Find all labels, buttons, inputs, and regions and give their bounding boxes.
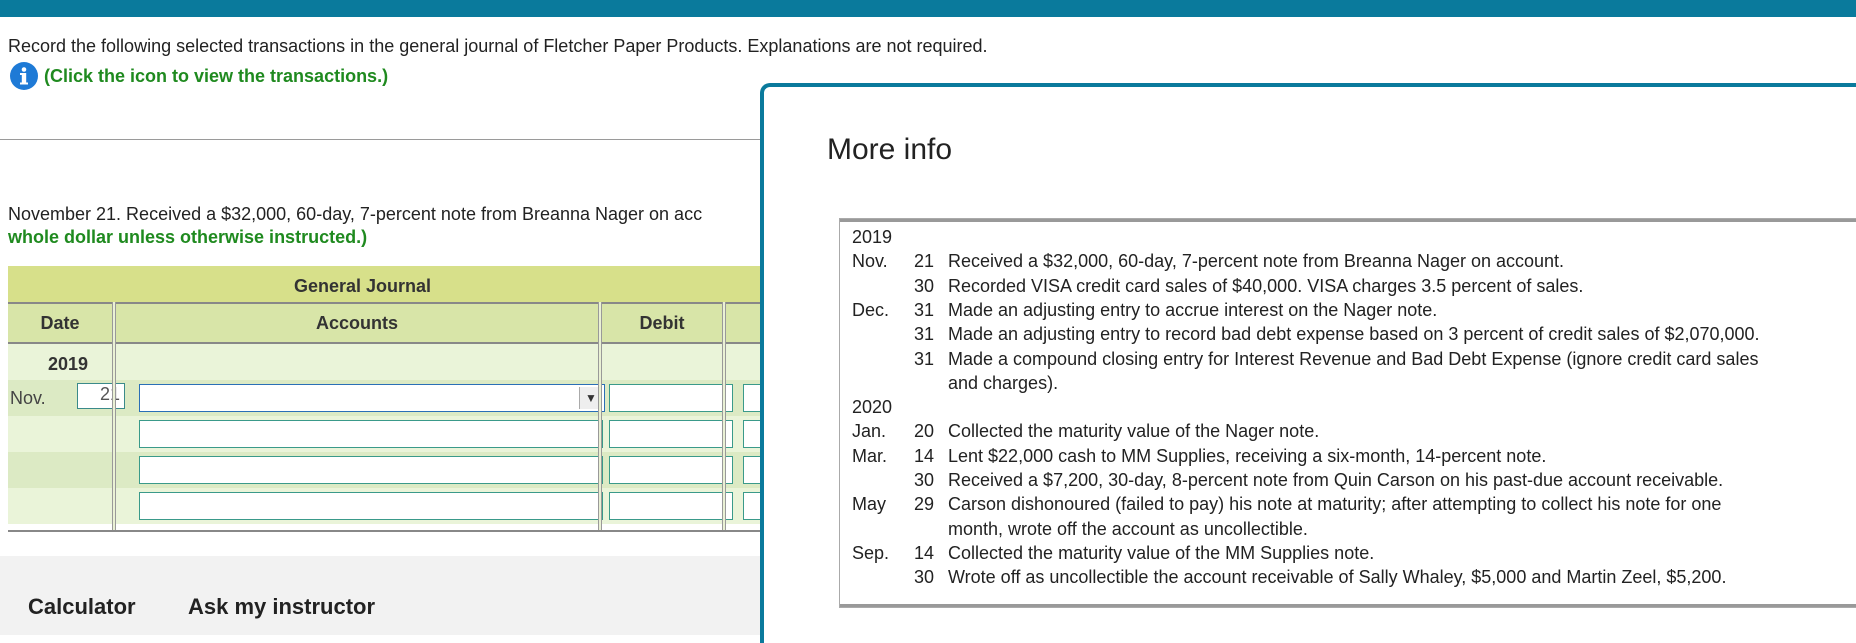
accounts-header-label: Accounts <box>315 312 398 333</box>
transaction-description: Made an adjusting entry to record bad de… <box>948 324 1760 345</box>
year-row: 2019 <box>8 344 760 380</box>
column-divider <box>722 302 726 532</box>
transaction-month: 2019 <box>852 227 893 247</box>
transaction-day: 30 <box>913 470 934 490</box>
journal-row <box>8 416 763 452</box>
dialog-title: More info <box>827 133 953 166</box>
transaction-description: Wrote off as uncollectible the account r… <box>948 567 1727 588</box>
transaction-description: Lent $22,000 cash to MM Supplies, receiv… <box>948 445 1547 466</box>
transaction-month: 2020 <box>852 397 893 418</box>
transaction-day: 14 <box>913 445 934 466</box>
journal-row <box>8 452 763 488</box>
transaction-day: 30 <box>913 275 934 296</box>
month-label: Nov. <box>10 388 46 408</box>
transaction-month: Sep. <box>852 542 890 563</box>
calculator-button[interactable]: Calculator <box>28 594 136 620</box>
transaction-day: 30 <box>913 567 934 588</box>
transaction-description: Recorded VISA credit card sales of $40,0… <box>948 275 1584 296</box>
transaction-month: May <box>852 494 887 515</box>
table-bottom-border <box>840 604 1856 607</box>
view-transactions-link[interactable]: (Click the icon to view the transactions… <box>44 66 388 87</box>
general-journal: General Journal Date Accounts Debit 2019… <box>8 266 763 534</box>
transaction-description: Received a $32,000, 60-day, 7-percent no… <box>948 251 1565 272</box>
transaction-description: month, wrote off the account as uncollec… <box>948 518 1308 539</box>
journal-row <box>8 488 763 524</box>
info-line: (Click the icon to view the transactions… <box>10 62 388 90</box>
top-bar <box>0 0 1856 17</box>
transaction-day: 20 <box>913 421 934 442</box>
column-divider <box>598 302 602 532</box>
account-input[interactable] <box>139 420 603 448</box>
transaction-description: and charges). <box>948 372 1059 393</box>
day-input[interactable]: 21 <box>77 383 125 409</box>
debit-header: Debit <box>602 302 722 344</box>
question-instruction: whole dollar unless otherwise instructed… <box>8 227 368 247</box>
year-label: 2019 <box>48 354 89 374</box>
transaction-description: Made an adjusting entry to accrue intere… <box>948 299 1438 320</box>
journal-row: Nov. 21 ▼ <box>8 380 763 416</box>
account-input[interactable] <box>139 456 603 484</box>
transaction-day: 31 <box>913 324 934 345</box>
journal-bottom-border <box>8 530 760 532</box>
transaction-month: Jan. <box>852 421 887 442</box>
info-icon[interactable] <box>10 62 38 90</box>
transaction-description: Carson dishonoured (failed to pay) his n… <box>948 494 1722 515</box>
transaction-month: Mar. <box>852 445 888 466</box>
debit-input[interactable] <box>609 420 733 448</box>
ask-instructor-button[interactable]: Ask my instructor <box>188 594 375 620</box>
accounts-header: Accounts <box>116 302 598 344</box>
question-text: November 21. Received a $32,000, 60-day,… <box>8 204 703 224</box>
account-select[interactable]: ▼ <box>139 384 605 412</box>
more-info-dialog: More info 2019 Nov. 21 Received a $32,000, … <box>760 83 1856 643</box>
debit-input[interactable] <box>609 492 733 520</box>
instructions-text: Record the following selected transactio… <box>8 36 988 56</box>
transaction-day: 21 <box>913 251 934 272</box>
debit-input[interactable] <box>609 384 733 412</box>
credit-header <box>726 302 760 344</box>
account-input[interactable] <box>139 492 603 520</box>
date-header: Date <box>8 302 112 344</box>
journal-title-bar: General Journal <box>8 266 760 302</box>
transaction-description: Collected the maturity value of the Nage… <box>948 421 1320 442</box>
debit-input[interactable] <box>609 456 733 484</box>
transaction-month: Nov. <box>852 251 888 272</box>
transaction-day: 31 <box>913 348 934 369</box>
date-header-label: Date <box>40 312 80 333</box>
transaction-day: 14 <box>913 542 934 563</box>
transaction-day: 29 <box>913 494 934 515</box>
transaction-month: Dec. <box>852 299 890 320</box>
transaction-day: 31 <box>913 299 934 320</box>
transaction-description: Collected the maturity value of the MM S… <box>948 542 1375 563</box>
column-divider <box>112 302 116 532</box>
transactions-table: 2019 Nov. 21 Received a $32,000, 60-day, 7-… <box>839 218 1856 608</box>
transaction-description: Received a $7,200, 30-day, 8-percent not… <box>948 470 1724 490</box>
journal-title: General Journal <box>294 276 432 296</box>
debit-header-label: Debit <box>639 312 685 333</box>
table-top-border <box>840 219 1856 222</box>
transaction-description: Made a compound closing entry for Intere… <box>948 348 1759 369</box>
divider <box>0 139 760 140</box>
